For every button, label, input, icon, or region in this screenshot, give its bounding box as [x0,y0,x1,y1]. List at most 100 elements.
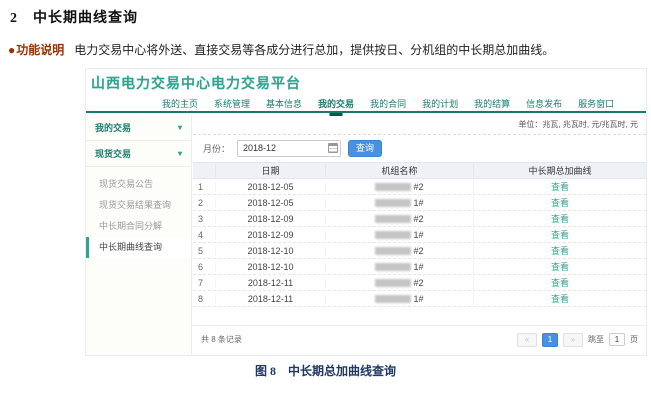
row-unit-name: #2 [325,182,473,192]
row-date: 2018-12-09 [215,230,325,240]
bullet-icon: ● [8,43,15,57]
unit-suffix: #2 [413,278,423,288]
page-1-button[interactable]: 1 [542,333,558,347]
unit-suffix: #2 [413,214,423,224]
next-page-button[interactable]: » [563,333,583,347]
nav-item[interactable]: 我的合同 [370,97,406,110]
row-date: 2018-12-11 [215,278,325,288]
unit-suffix: #2 [413,246,423,256]
units-note: 单位：兆瓦, 兆瓦时, 元/兆瓦时, 元 [193,115,646,135]
table-row: 6 2018-12-10 1# 查看 [193,259,646,275]
row-unit-name: 1# [325,230,473,240]
nav-item[interactable]: 我的结算 [474,97,510,110]
redacted-unit-name [375,231,411,239]
row-date: 2018-12-05 [215,198,325,208]
nav-item[interactable]: 系统管理 [214,97,250,110]
jump-label: 跳至 [588,334,604,345]
table-row: 5 2018-12-10 #2 查看 [193,243,646,259]
table-row: 7 2018-12-11 #2 查看 [193,275,646,291]
sidebar-group[interactable]: 我的交易 ▾ [86,115,191,141]
function-text: 电力交易中心将外送、直接交易等各成分进行总加，提供按日、分机组的中长期总加曲线。 [74,43,554,57]
redacted-unit-name [375,263,411,271]
month-input[interactable] [237,140,341,157]
nav-item[interactable]: 我的交易 [318,97,354,110]
app-screenshot: 山西电力交易中心电力交易平台 我的主页 系统管理 基本信息 我的交易 我的合同 … [85,68,647,356]
redacted-unit-name [375,279,411,287]
header-unit-name: 机组名称 [325,164,473,177]
unit-suffix: 1# [413,262,423,272]
jump-page-input[interactable] [609,333,625,346]
redacted-unit-name [375,295,411,303]
view-link[interactable]: 查看 [551,230,569,240]
record-count: 共 8 条记录 [201,334,242,345]
table-row: 3 2018-12-09 #2 查看 [193,211,646,227]
table-footer: 共 8 条记录 « 1 » 跳至 页 [193,325,646,353]
row-index: 7 [193,278,215,288]
figure-caption: 图 8 中长期总加曲线查询 [0,362,651,379]
row-date: 2018-12-10 [215,246,325,256]
nav-item[interactable]: 信息发布 [526,97,562,110]
row-action-cell: 查看 [473,260,646,273]
row-unit-name: 1# [325,262,473,272]
row-action-cell: 查看 [473,180,646,193]
sidebar-item[interactable]: 现货交易结果查询 [86,195,191,216]
sidebar-item[interactable]: 现货交易公告 [86,174,191,195]
view-link[interactable]: 查看 [551,214,569,224]
row-date: 2018-12-05 [215,182,325,192]
redacted-unit-name [375,247,411,255]
row-action-cell: 查看 [473,212,646,225]
main-panel: 单位：兆瓦, 兆瓦时, 元/兆瓦时, 元 月份： 查询 日期 机组名称 中长期总… [193,115,646,355]
nav-item[interactable]: 我的计划 [422,97,458,110]
app-title: 山西电力交易中心电力交易平台 [91,73,301,93]
sidebar-group-label: 我的交易 [95,115,131,141]
sidebar-group[interactable]: 现货交易 ▾ [86,141,191,167]
view-link[interactable]: 查看 [551,182,569,192]
unit-suffix: 1# [413,230,423,240]
row-unit-name: #2 [325,246,473,256]
row-index: 3 [193,214,215,224]
query-button[interactable]: 查询 [348,140,382,157]
table-row: 1 2018-12-05 #2 查看 [193,179,646,195]
chevron-down-icon: ▾ [178,115,182,141]
sidebar: 我的交易 ▾ 现货交易 ▾ 现货交易公告 现货交易结果查询 中长期合同分解 中长… [86,115,192,355]
month-field-wrap [237,140,341,157]
row-action-cell: 查看 [473,228,646,241]
row-unit-name: 1# [325,294,473,304]
redacted-unit-name [375,183,411,191]
view-link[interactable]: 查看 [551,198,569,208]
row-action-cell: 查看 [473,244,646,257]
nav-item[interactable]: 基本信息 [266,97,302,110]
row-unit-name: #2 [325,214,473,224]
jump-suffix: 页 [630,334,638,345]
unit-suffix: #2 [413,182,423,192]
row-unit-name: #2 [325,278,473,288]
unit-suffix: 1# [413,198,423,208]
view-link[interactable]: 查看 [551,278,569,288]
view-link[interactable]: 查看 [551,262,569,272]
prev-page-button[interactable]: « [517,333,537,347]
redacted-unit-name [375,215,411,223]
sidebar-item[interactable]: 中长期曲线查询 [86,237,191,258]
row-index: 6 [193,262,215,272]
month-label: 月份： [203,142,230,155]
table-row: 8 2018-12-11 1# 查看 [193,291,646,307]
nav-item[interactable]: 服务窗口 [578,97,614,110]
row-date: 2018-12-11 [215,294,325,304]
row-date: 2018-12-09 [215,214,325,224]
row-action-cell: 查看 [473,292,646,305]
sidebar-item[interactable]: 中长期合同分解 [86,216,191,237]
row-action-cell: 查看 [473,196,646,209]
calendar-icon[interactable] [328,143,338,153]
view-link[interactable]: 查看 [551,294,569,304]
sidebar-group-label: 现货交易 [95,141,131,167]
header-date: 日期 [215,164,325,177]
pagination: « 1 » 跳至 页 [517,333,638,347]
nav-item[interactable]: 我的主页 [162,97,198,110]
results-table: 日期 机组名称 中长期总加曲线 1 2018-12-05 #2 查看 2 201… [193,162,646,307]
row-unit-name: 1# [325,198,473,208]
view-link[interactable]: 查看 [551,246,569,256]
row-index: 5 [193,246,215,256]
row-index: 4 [193,230,215,240]
table-row: 4 2018-12-09 1# 查看 [193,227,646,243]
section-heading: 2 中长期曲线查询 [10,7,138,27]
